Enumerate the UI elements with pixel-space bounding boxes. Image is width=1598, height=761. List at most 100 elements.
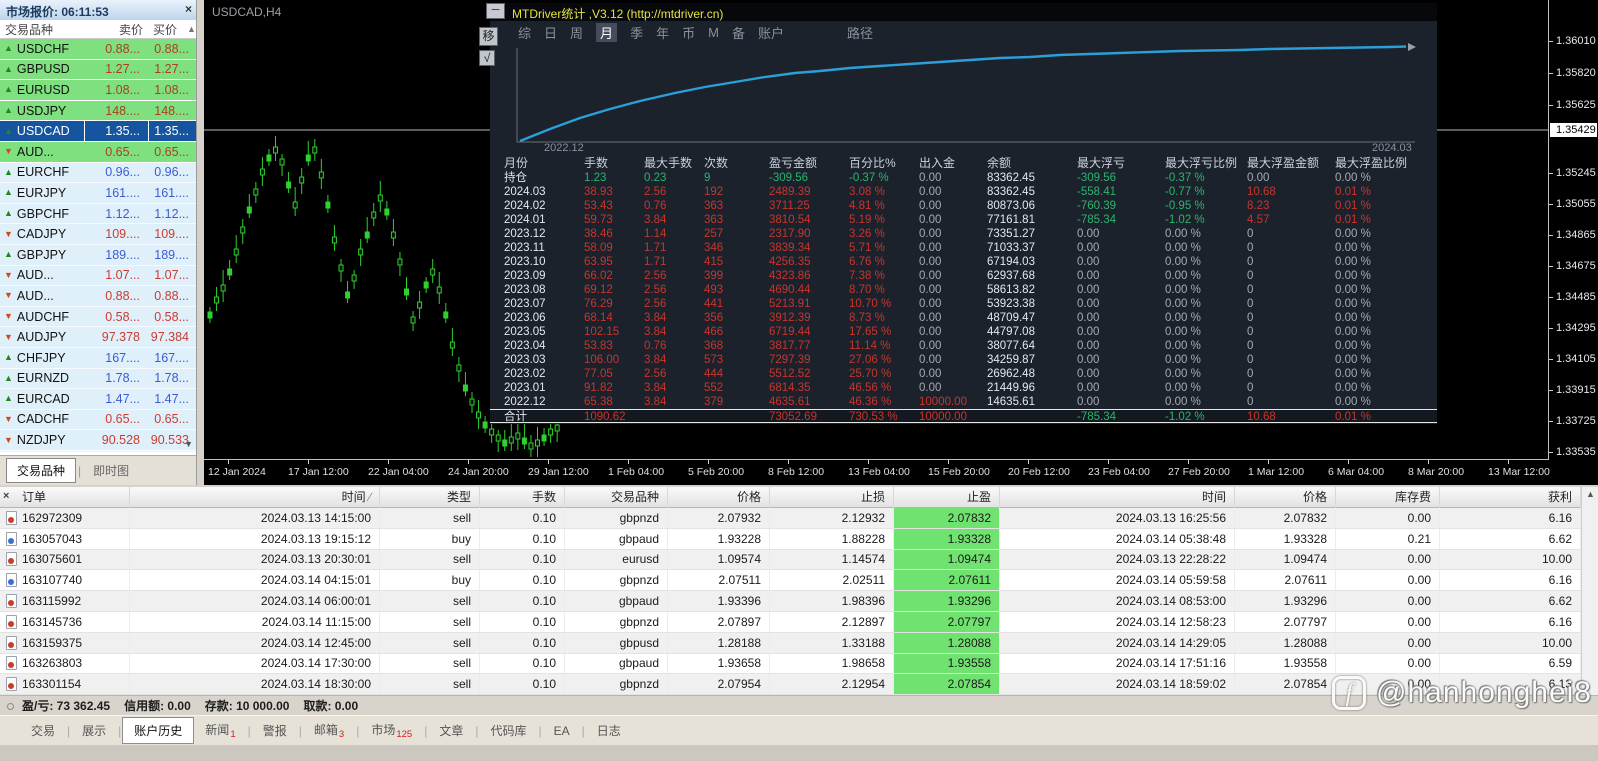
- orders-header-cell[interactable]: 类型: [380, 487, 480, 508]
- orders-header-cell[interactable]: 时间: [1000, 487, 1235, 508]
- menu-item-M[interactable]: M: [708, 25, 719, 40]
- market-row[interactable]: ▼AUDCHF0.58...0.58...: [0, 307, 196, 328]
- order-row[interactable]: 1631077402024.03.14 04:15:01buy0.10gbpnz…: [0, 570, 1581, 591]
- scroll-up-icon[interactable]: ▲: [182, 24, 196, 34]
- tab-邮箱[interactable]: 邮箱3: [303, 717, 355, 744]
- orders-header-cell[interactable]: 手数: [480, 487, 565, 508]
- tab-展示[interactable]: 展示: [71, 718, 117, 743]
- market-row[interactable]: ▲GBPJPY189....189....: [0, 245, 196, 266]
- stats-row[interactable]: 持仓1.230.239-309.56-0.37 %0.0083362.45-30…: [490, 171, 1437, 185]
- market-row[interactable]: ▲CHFJPY167....167....: [0, 348, 196, 369]
- stats-row[interactable]: 合计1090.6273052.69730.53 %10000.00-785.34…: [490, 409, 1437, 423]
- column-symbol[interactable]: 交易品种: [0, 21, 84, 38]
- scroll-up-icon[interactable]: ▲: [1586, 489, 1595, 499]
- orders-header-cell[interactable]: 时间 ∕: [130, 487, 380, 508]
- market-watch-tab[interactable]: 交易品种: [6, 458, 76, 483]
- stats-row[interactable]: 2023.0668.143.843563912.398.73 %0.004870…: [490, 311, 1437, 325]
- stats-row[interactable]: 2024.0338.932.561922489.393.08 %0.008336…: [490, 185, 1437, 199]
- stats-row[interactable]: 2023.0966.022.563994323.867.38 %0.006293…: [490, 269, 1437, 283]
- menu-item-备[interactable]: 备: [732, 23, 745, 42]
- menu-item-日[interactable]: 日: [544, 23, 557, 42]
- market-row[interactable]: ▲GBPCHF1.12...1.12...: [0, 204, 196, 225]
- order-row[interactable]: 1632638032024.03.14 17:30:00sell0.10gbpa…: [0, 654, 1581, 675]
- stats-cell: 0: [1247, 297, 1335, 311]
- market-row[interactable]: ▲EURUSD1.08...1.08...: [0, 80, 196, 101]
- column-ask[interactable]: 买价: [148, 21, 182, 38]
- menu-item-年[interactable]: 年: [656, 23, 669, 42]
- order-row[interactable]: 1630570432024.03.13 19:15:12buy0.10gbpau…: [0, 529, 1581, 550]
- market-row[interactable]: ▲USDCHF0.88...0.88...: [0, 39, 196, 60]
- order-row[interactable]: 1631593752024.03.14 12:45:00sell0.10gbpu…: [0, 633, 1581, 654]
- tab-新闻[interactable]: 新闻1: [194, 717, 246, 744]
- stats-row[interactable]: 2023.0191.823.845526814.3546.56 %0.00214…: [490, 381, 1437, 395]
- market-row[interactable]: ▼CADJPY109....109....: [0, 224, 196, 245]
- market-row[interactable]: ▼AUDJPY97.37897.384: [0, 327, 196, 348]
- column-bid[interactable]: 卖价: [84, 21, 148, 38]
- stats-row[interactable]: 2023.0869.122.564934690.448.70 %0.005861…: [490, 283, 1437, 297]
- market-row[interactable]: ▼CADCHF0.65...0.65...: [0, 410, 196, 431]
- stats-row[interactable]: 2023.0776.292.564415213.9110.70 %0.00539…: [490, 297, 1437, 311]
- stats-cell: 0.00: [919, 185, 987, 199]
- orders-header-cell[interactable]: 获利: [1440, 487, 1581, 508]
- orders-header-cell[interactable]: 价格: [1235, 487, 1336, 508]
- market-row[interactable]: ▲USDJPY148....148....: [0, 101, 196, 122]
- market-row[interactable]: ▲EURJPY161....161....: [0, 183, 196, 204]
- orders-header-cell[interactable]: 止盈: [894, 487, 1000, 508]
- tab-EA[interactable]: EA: [543, 720, 581, 742]
- market-row[interactable]: ▲USDCAD1.35...1.35...: [0, 121, 196, 142]
- stats-row[interactable]: 2023.1063.951.714154256.356.76 %0.006719…: [490, 255, 1437, 269]
- stats-row[interactable]: 2023.05102.153.844666719.4417.65 %0.0044…: [490, 325, 1437, 339]
- menu-item-月[interactable]: 月: [596, 23, 617, 42]
- stats-row[interactable]: 2024.0253.430.763633711.254.81 %0.008087…: [490, 199, 1437, 213]
- tab-账户历史[interactable]: 账户历史: [122, 717, 194, 744]
- market-row[interactable]: ▼AUD...0.65...0.65...: [0, 142, 196, 163]
- market-watch-tab[interactable]: 即时图: [83, 459, 139, 482]
- stats-row[interactable]: 2023.1158.091.713463839.345.71 %0.007103…: [490, 241, 1437, 255]
- order-cell: 163301154: [0, 674, 130, 694]
- stats-row[interactable]: 2023.03106.003.845737297.3927.06 %0.0034…: [490, 353, 1437, 367]
- price-axis[interactable]: 1.360101.358201.356251.352451.350551.348…: [1548, 0, 1598, 459]
- market-row[interactable]: ▼NZDJPY90.52890.533: [0, 430, 196, 451]
- market-row[interactable]: ▲GBPUSD1.27...1.27...: [0, 60, 196, 81]
- orders-header-cell[interactable]: 库存费: [1336, 487, 1440, 508]
- stats-row[interactable]: 2023.0453.830.763683817.7711.14 %0.00380…: [490, 339, 1437, 353]
- menu-item-综[interactable]: 综: [518, 23, 531, 42]
- tab-文章[interactable]: 文章: [428, 718, 474, 743]
- tab-代码库[interactable]: 代码库: [479, 718, 537, 743]
- tab-交易[interactable]: 交易: [20, 718, 66, 743]
- menu-item-账户[interactable]: 账户: [758, 23, 784, 42]
- stats-row[interactable]: 2023.1238.461.142572317.903.26 %0.007335…: [490, 227, 1437, 241]
- time-label: 1 Mar 12:00: [1248, 466, 1304, 478]
- tab-警报[interactable]: 警报: [252, 718, 298, 743]
- market-row[interactable]: ▲EURNZD1.78...1.78...: [0, 369, 196, 390]
- order-row[interactable]: 1631159922024.03.14 06:00:01sell0.10gbpa…: [0, 591, 1581, 612]
- order-row[interactable]: 1629723092024.03.13 14:15:00sell0.10gbpn…: [0, 508, 1581, 529]
- scroll-down-icon[interactable]: ▼: [184, 439, 193, 449]
- orders-header-cell[interactable]: 订单: [0, 487, 130, 508]
- orders-header-cell[interactable]: 止损: [770, 487, 894, 508]
- tab-市场[interactable]: 市场125: [360, 717, 423, 744]
- market-row[interactable]: ▲EURCAD1.47...1.47...: [0, 389, 196, 410]
- stats-row[interactable]: 2023.0277.052.564445512.5225.70 %0.00269…: [490, 367, 1437, 381]
- menu-item-周[interactable]: 周: [570, 23, 583, 42]
- order-row[interactable]: 1631457362024.03.14 11:15:00sell0.10gbpn…: [0, 612, 1581, 633]
- symbol-cell: ▲USDCAD: [0, 124, 84, 138]
- order-row[interactable]: 1630756012024.03.13 20:30:01sell0.10euru…: [0, 550, 1581, 571]
- close-icon[interactable]: ×: [185, 2, 192, 16]
- menu-item-路径[interactable]: 路径: [847, 23, 873, 42]
- orders-header-cell[interactable]: 交易品种: [565, 487, 668, 508]
- menu-item-币[interactable]: 币: [682, 23, 695, 42]
- market-row[interactable]: ▼AUD...0.88...0.88...: [0, 286, 196, 307]
- menu-item-季[interactable]: 季: [630, 23, 643, 42]
- minimize-button[interactable]: ─: [486, 3, 505, 19]
- stats-cell: 3.84: [644, 353, 704, 367]
- tab-separator: |: [356, 724, 359, 738]
- tab-日志[interactable]: 日志: [586, 718, 632, 743]
- market-row[interactable]: ▲EURCHF0.96...0.96...: [0, 163, 196, 184]
- stats-row[interactable]: 2024.0159.733.843633810.545.19 %0.007716…: [490, 213, 1437, 227]
- time-axis[interactable]: 12 Jan 202417 Jan 12:0022 Jan 04:0024 Ja…: [204, 459, 1549, 485]
- orders-close-icon[interactable]: ×: [3, 490, 9, 502]
- stats-row[interactable]: 2022.1265.383.843794635.6146.36 %10000.0…: [490, 395, 1437, 409]
- market-row[interactable]: ▼AUD...1.07...1.07...: [0, 266, 196, 287]
- orders-header-cell[interactable]: 价格: [668, 487, 770, 508]
